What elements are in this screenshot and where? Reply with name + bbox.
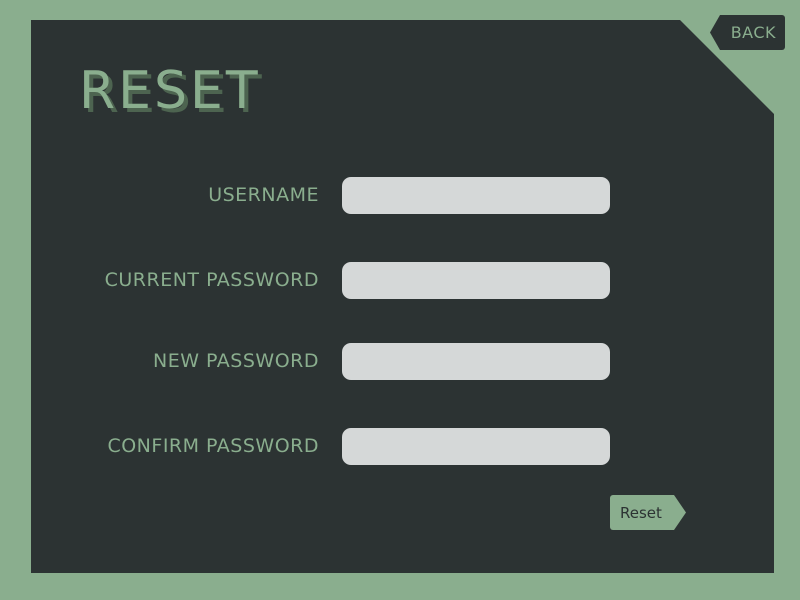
current-password-input[interactable] (342, 262, 610, 299)
current-password-label: CURRENT PASSWORD (104, 269, 319, 291)
confirm-password-label: CONFIRM PASSWORD (107, 435, 319, 457)
username-input[interactable] (342, 177, 610, 214)
new-password-input[interactable] (342, 343, 610, 380)
new-password-label: NEW PASSWORD (153, 350, 319, 372)
username-label: USERNAME (208, 184, 319, 206)
back-button[interactable]: BACK (710, 15, 785, 50)
page-title: RESET (79, 61, 261, 121)
reset-button[interactable]: Reset (610, 495, 686, 530)
confirm-password-input[interactable] (342, 428, 610, 465)
